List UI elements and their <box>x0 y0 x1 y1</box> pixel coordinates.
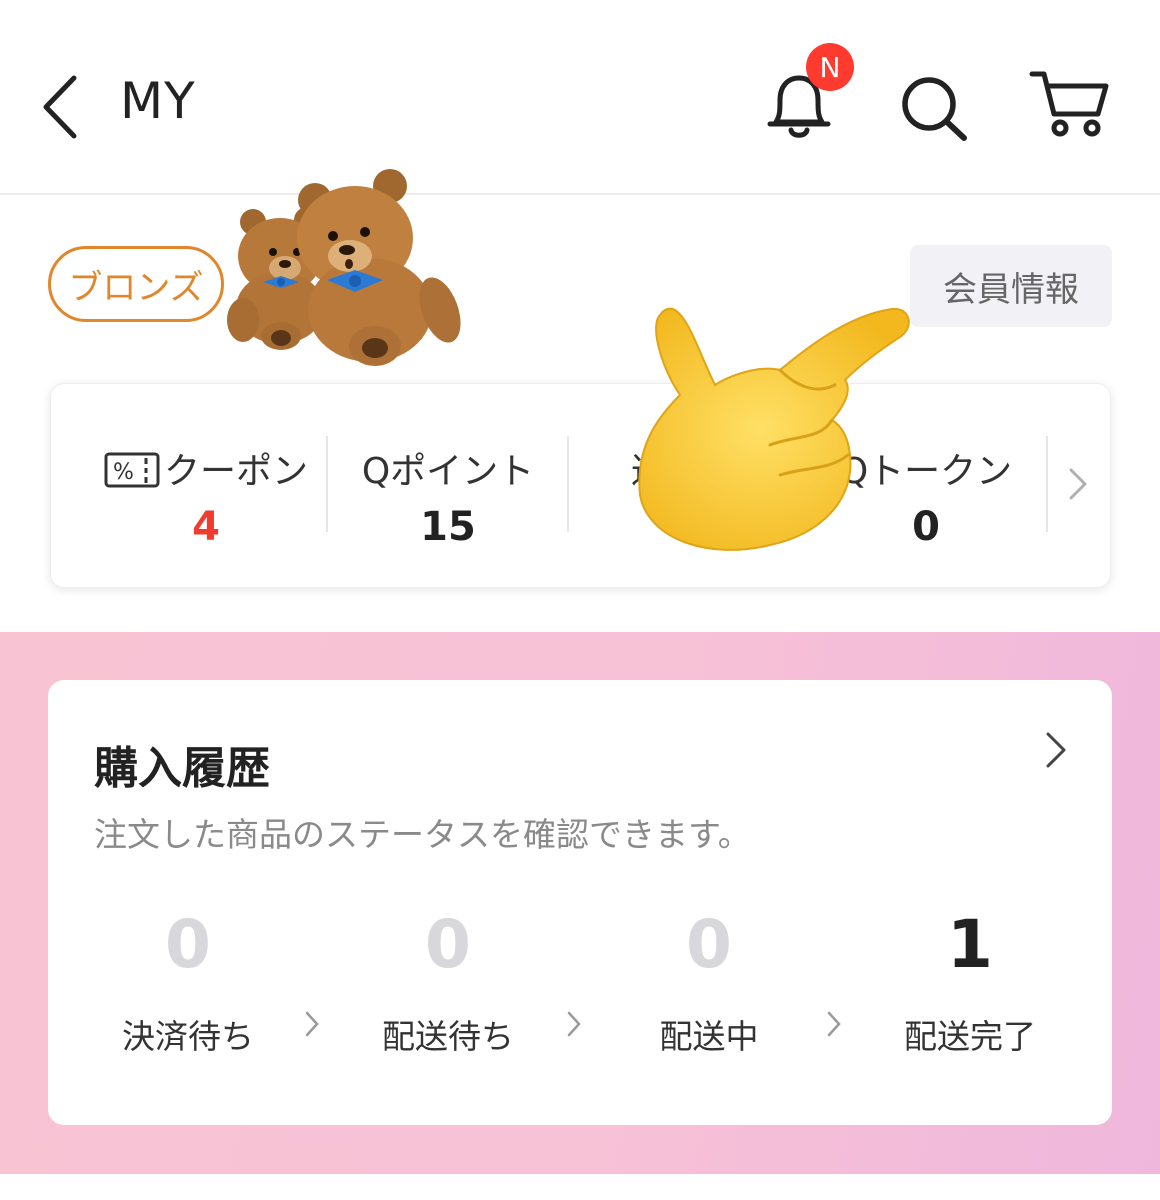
status-label: 配送完了 <box>904 1017 1036 1056</box>
coupon-label: クーポン <box>163 451 308 492</box>
notification-badge: N <box>806 43 854 91</box>
coupon-icon: % <box>104 452 160 488</box>
coupon-value: 4 <box>192 504 220 550</box>
pointing-hand-sticker <box>638 307 910 551</box>
purchase-history-card: 購入履歴 注文した商品のステータスを確認できます。 0 決済待ち 0 配送待ち … <box>48 680 1112 1125</box>
status-count: 1 <box>947 906 993 983</box>
search-icon[interactable] <box>898 74 970 144</box>
status-count: 0 <box>165 906 211 983</box>
status-shipping[interactable]: 0 配送中 <box>609 900 809 1058</box>
qpoint-value: 15 <box>420 504 476 550</box>
coupon-label-row: % クーポン <box>71 442 341 494</box>
status-label: 配送中 <box>659 1017 759 1056</box>
history-title: 購入履歴 <box>94 743 270 794</box>
status-label: 決済待ち <box>122 1017 254 1056</box>
chevron-right-icon <box>827 1011 841 1037</box>
chevron-right-icon[interactable] <box>1065 464 1089 504</box>
cart-icon[interactable] <box>1028 68 1110 140</box>
coupon-item[interactable]: % クーポン 4 <box>71 384 341 589</box>
divider <box>1046 436 1048 532</box>
history-subtitle: 注文した商品のステータスを確認できます。 <box>94 815 751 854</box>
status-label: 配送待ち <box>382 1017 514 1056</box>
grade-badge: ブロンズ <box>48 246 224 322</box>
top-header: MY N <box>0 0 1160 195</box>
status-delivered[interactable]: 1 配送完了 <box>870 900 1070 1058</box>
status-awaiting-payment[interactable]: 0 決済待ち <box>88 900 288 1058</box>
chevron-right-icon <box>305 1011 319 1037</box>
back-arrow-icon[interactable] <box>38 72 88 142</box>
qpoint-label: Qポイント <box>361 451 535 492</box>
status-awaiting-shipment[interactable]: 0 配送待ち <box>348 900 548 1058</box>
page-title: MY <box>120 72 196 130</box>
status-count: 0 <box>686 906 732 983</box>
status-count: 0 <box>425 906 471 983</box>
qpoint-item[interactable]: Qポイント 15 <box>328 384 568 589</box>
divider <box>567 436 569 532</box>
member-info-button[interactable]: 会員情報 <box>910 245 1112 327</box>
teddy-bear-sticker <box>227 169 461 366</box>
points-card: % クーポン 4 Qポイント 15 返 Qトークン 0 <box>50 383 1111 588</box>
chevron-right-icon[interactable] <box>1044 730 1068 770</box>
bottom-spacer <box>0 1174 1160 1200</box>
chevron-right-icon <box>567 1011 581 1037</box>
svg-text:%: % <box>113 460 134 485</box>
